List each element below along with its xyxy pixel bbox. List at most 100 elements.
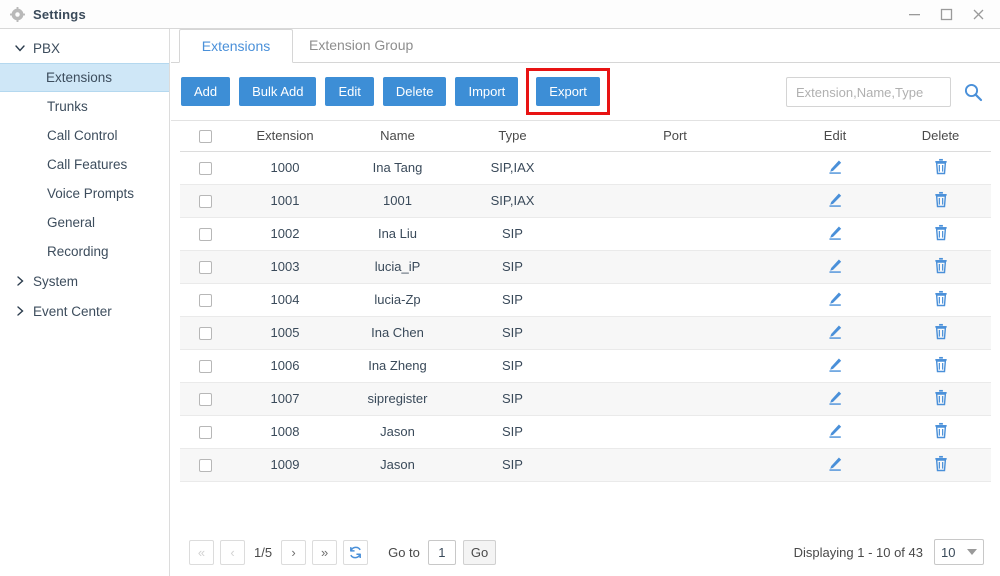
row-checkbox[interactable] (198, 195, 212, 209)
prev-page-button[interactable]: ‹ (220, 539, 245, 565)
row-select-cell (180, 184, 230, 218)
pencil-icon[interactable] (825, 421, 845, 441)
sidebar-group-system[interactable]: System (0, 266, 169, 296)
table-row[interactable]: 1006 Ina Zheng SIP (180, 349, 991, 383)
trash-icon[interactable] (931, 289, 951, 309)
pencil-icon[interactable] (825, 223, 845, 243)
pagination-right: Displaying 1 - 10 of 43 10 (794, 539, 984, 565)
tab-label: Extensions (201, 38, 271, 54)
trash-icon[interactable] (931, 256, 951, 276)
search-input[interactable] (786, 77, 951, 107)
trash-icon[interactable] (931, 388, 951, 408)
pencil-icon[interactable] (825, 454, 845, 474)
delete-button[interactable]: Delete (382, 77, 447, 106)
table-row[interactable]: 1000 Ina Tang SIP,IAX (180, 151, 991, 185)
minimize-icon[interactable] (898, 0, 930, 29)
maximize-icon[interactable] (930, 0, 962, 29)
trash-icon[interactable] (931, 322, 951, 342)
row-checkbox[interactable] (198, 294, 212, 308)
table-row[interactable]: 1004 lucia-Zp SIP (180, 283, 991, 317)
last-page-button[interactable]: » (312, 539, 338, 565)
column-header-delete: Delete (890, 121, 991, 152)
cell-extension: 1000 (230, 151, 340, 185)
cell-delete (890, 217, 991, 251)
row-checkbox[interactable] (198, 228, 212, 242)
row-select-cell (180, 283, 230, 317)
row-checkbox[interactable] (198, 459, 212, 473)
bulk-add-button[interactable]: Bulk Add (239, 77, 317, 106)
add-button[interactable]: Add (181, 77, 231, 106)
sidebar-item-call-control[interactable]: Call Control (0, 121, 169, 150)
cell-name: Jason (340, 415, 455, 449)
pencil-icon[interactable] (825, 157, 845, 177)
cell-type: SIP (455, 283, 570, 317)
sidebar-group-pbx[interactable]: PBX (0, 33, 169, 63)
close-icon[interactable] (962, 0, 994, 29)
sidebar-item-general[interactable]: General (0, 208, 169, 237)
cell-edit (780, 349, 890, 383)
trash-icon[interactable] (931, 157, 951, 177)
column-header-name: Name (340, 121, 455, 152)
row-checkbox[interactable] (198, 261, 212, 275)
sidebar-item-call-features[interactable]: Call Features (0, 150, 169, 179)
cell-type: SIP (455, 217, 570, 251)
cell-type: SIP (455, 250, 570, 284)
tab-extension-group[interactable]: Extension Group (293, 28, 429, 62)
row-checkbox[interactable] (198, 327, 212, 341)
table-row[interactable]: 1001 1001 SIP,IAX (180, 184, 991, 218)
sidebar-item-recording[interactable]: Recording (0, 237, 169, 266)
first-page-button[interactable]: « (189, 539, 214, 565)
go-button[interactable]: Go (462, 539, 497, 565)
import-button[interactable]: Import (455, 77, 519, 106)
search-icon[interactable] (962, 81, 984, 103)
sidebar-item-voice-prompts[interactable]: Voice Prompts (0, 179, 169, 208)
edit-button[interactable]: Edit (325, 77, 374, 106)
cell-delete (890, 415, 991, 449)
sidebar-item-extensions[interactable]: Extensions (0, 63, 169, 92)
goto-page-input[interactable] (427, 539, 456, 565)
cell-delete (890, 283, 991, 317)
row-checkbox[interactable] (198, 393, 212, 407)
table-row[interactable]: 1003 lucia_iP SIP (180, 250, 991, 284)
pencil-icon[interactable] (825, 355, 845, 375)
cell-type: SIP (455, 349, 570, 383)
next-page-button[interactable]: › (281, 539, 307, 565)
trash-icon[interactable] (931, 454, 951, 474)
pencil-icon[interactable] (825, 322, 845, 342)
cell-port (570, 151, 780, 185)
main-panel: Extensions Extension Group Add Bulk Add … (171, 29, 1000, 576)
trash-icon[interactable] (931, 190, 951, 210)
sidebar-item-trunks[interactable]: Trunks (0, 92, 169, 121)
pencil-icon[interactable] (825, 256, 845, 276)
sidebar-group-label: Event Center (33, 303, 112, 319)
cell-delete (890, 349, 991, 383)
pencil-icon[interactable] (825, 388, 845, 408)
trash-icon[interactable] (931, 355, 951, 375)
page-size-value: 10 (941, 544, 956, 560)
extensions-table-zone: Extension Name Type Port Edit Delete 100… (171, 121, 1000, 482)
trash-icon[interactable] (931, 223, 951, 243)
goto-label: Go to (388, 544, 420, 560)
cell-type: SIP (455, 382, 570, 416)
cell-port (570, 382, 780, 416)
select-all-checkbox[interactable] (198, 130, 212, 144)
sidebar-group-event-center[interactable]: Event Center (0, 296, 169, 326)
table-row[interactable]: 1008 Jason SIP (180, 415, 991, 449)
pencil-icon[interactable] (825, 289, 845, 309)
cell-name: Ina Zheng (340, 349, 455, 383)
table-row[interactable]: 1005 Ina Chen SIP (180, 316, 991, 350)
table-row[interactable]: 1007 sipregister SIP (180, 382, 991, 416)
pencil-icon[interactable] (825, 190, 845, 210)
page-size-select[interactable]: 10 (934, 539, 984, 565)
refresh-icon[interactable] (343, 539, 369, 565)
row-checkbox[interactable] (198, 162, 212, 176)
row-checkbox[interactable] (198, 426, 212, 440)
trash-icon[interactable] (931, 421, 951, 441)
export-button[interactable]: Export (536, 77, 600, 106)
cell-type: SIP,IAX (455, 151, 570, 185)
cell-type: SIP (455, 448, 570, 482)
row-checkbox[interactable] (198, 360, 212, 374)
table-row[interactable]: 1009 Jason SIP (180, 448, 991, 482)
tab-extensions[interactable]: Extensions (179, 29, 293, 63)
table-row[interactable]: 1002 Ina Liu SIP (180, 217, 991, 251)
